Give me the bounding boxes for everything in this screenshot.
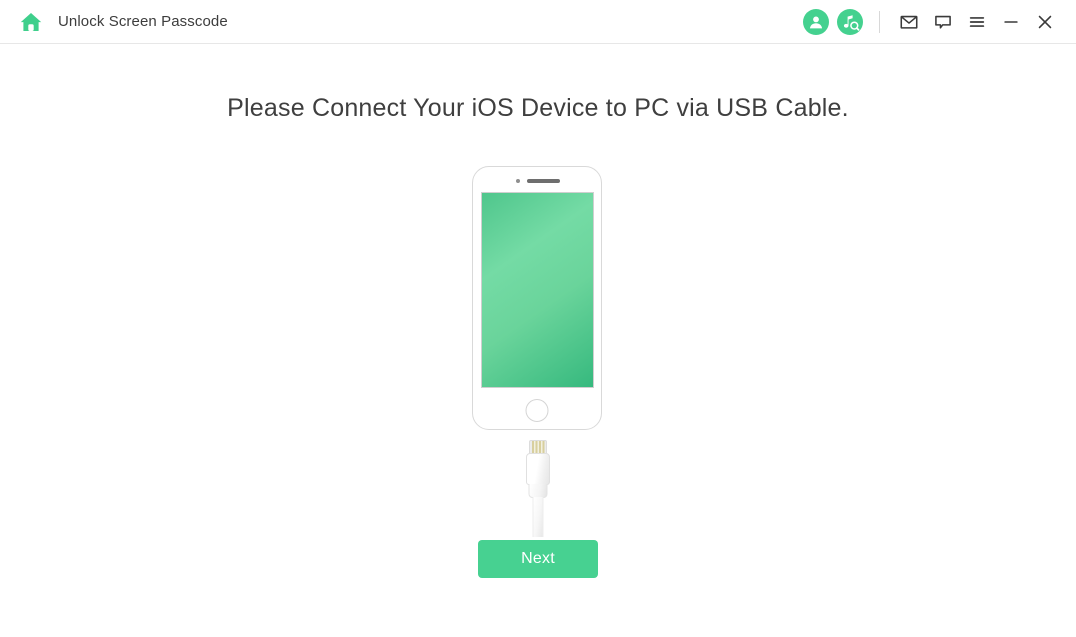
app-title: Unlock Screen Passcode — [58, 13, 228, 30]
iphone-body — [472, 166, 602, 430]
iphone-sensor-row — [473, 179, 603, 183]
lightning-connector-pins — [529, 440, 547, 454]
toolbar-divider — [879, 10, 880, 33]
ios-device-illustration — [472, 166, 604, 556]
page-title: Please Connect Your iOS Device to PC via… — [227, 94, 849, 122]
lightning-cable-collar — [528, 484, 548, 498]
feedback-icon[interactable] — [926, 5, 960, 39]
music-search-icon-circle — [837, 8, 863, 35]
music-search-icon[interactable] — [833, 5, 867, 39]
title-bar: Unlock Screen Passcode — [0, 0, 1076, 44]
earpiece-speaker-icon — [527, 179, 560, 183]
iphone-home-button — [525, 399, 549, 422]
next-button[interactable]: Next — [478, 540, 598, 578]
menu-icon[interactable] — [960, 5, 994, 39]
lightning-cable-icon — [526, 440, 550, 540]
main-content: Please Connect Your iOS Device to PC via… — [0, 44, 1076, 637]
home-icon[interactable] — [18, 9, 44, 35]
iphone-screen — [481, 192, 594, 388]
title-bar-left: Unlock Screen Passcode — [0, 9, 228, 35]
minimize-icon[interactable] — [994, 5, 1028, 39]
lightning-cable-wire — [532, 497, 544, 537]
front-camera-icon — [516, 179, 520, 183]
account-icon[interactable] — [799, 5, 833, 39]
account-icon-circle — [803, 8, 829, 35]
title-bar-right — [799, 5, 1076, 39]
mail-icon[interactable] — [892, 5, 926, 39]
lightning-connector-body — [526, 453, 550, 485]
close-icon[interactable] — [1028, 5, 1062, 39]
